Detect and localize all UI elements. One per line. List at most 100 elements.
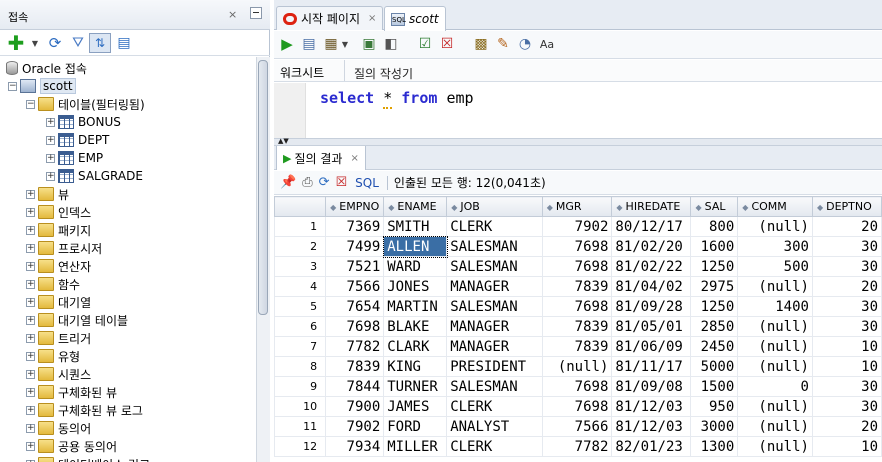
- cell-empno[interactable]: 7839: [325, 356, 385, 377]
- cell-hiredate[interactable]: 81/06/09: [611, 336, 692, 357]
- cell-sal[interactable]: 5000: [690, 356, 739, 377]
- cell-mgr[interactable]: (null): [541, 356, 613, 377]
- cell-mgr[interactable]: 7839: [541, 276, 613, 297]
- tree-folder-6[interactable]: + 대기열: [26, 293, 91, 311]
- schema-browser-icon[interactable]: ⇅: [89, 33, 111, 53]
- sort-icon[interactable]: ◆: [616, 203, 622, 212]
- cell-sal[interactable]: 2850: [690, 316, 739, 337]
- table-row[interactable]: 3 7521 WARD SALESMAN 7698 81/02/22 1250 500 30: [274, 256, 882, 277]
- cell-comm[interactable]: (null): [737, 416, 813, 437]
- tab-close-icon[interactable]: ×: [350, 153, 358, 164]
- cell-sal[interactable]: 1500: [690, 376, 739, 397]
- cell-hiredate[interactable]: 81/12/03: [611, 396, 692, 417]
- cell-job[interactable]: MANAGER: [446, 336, 543, 357]
- cell-job[interactable]: CLERK: [446, 396, 543, 417]
- close-icon[interactable]: ×: [228, 8, 237, 21]
- cell-hiredate[interactable]: 81/12/03: [611, 416, 692, 437]
- table-row[interactable]: 11 7902 FORD ANALYST 7566 81/12/03 3000 (null) 2…: [274, 416, 882, 437]
- commit-icon[interactable]: ▦: [322, 34, 340, 54]
- cell-ename[interactable]: JONES: [383, 276, 448, 297]
- cell-mgr[interactable]: 7698: [541, 376, 613, 397]
- cell-comm[interactable]: (null): [737, 316, 813, 337]
- cell-mgr[interactable]: 7839: [541, 336, 613, 357]
- cell-hiredate[interactable]: 82/01/23: [611, 436, 692, 457]
- cell-mgr[interactable]: 7902: [541, 216, 613, 237]
- cell-comm[interactable]: (null): [737, 276, 813, 297]
- tree-folder-2[interactable]: + 패키지: [26, 221, 91, 239]
- cell-empno[interactable]: 7900: [325, 396, 385, 417]
- cell-ename[interactable]: CLARK: [383, 336, 448, 357]
- tree-root-oracle[interactable]: Oracle 접속: [6, 59, 87, 77]
- cell-hiredate[interactable]: 81/02/20: [611, 236, 692, 257]
- cell-job[interactable]: MANAGER: [446, 316, 543, 337]
- tree-folder-9[interactable]: + 유형: [26, 347, 80, 365]
- expand-icon[interactable]: +: [26, 351, 35, 361]
- sort-icon[interactable]: ◆: [330, 203, 336, 212]
- expand-icon[interactable]: +: [26, 297, 35, 307]
- table-row[interactable]: 9 7844 TURNER SALESMAN 7698 81/09/08 1500 0 30: [274, 376, 882, 397]
- cell-ename[interactable]: WARD: [383, 256, 448, 277]
- cell-mgr[interactable]: 7698: [541, 296, 613, 317]
- tree-folder-12[interactable]: + 구체화된 뷰 로그: [26, 401, 143, 419]
- table-row[interactable]: 12 7934 MILLER CLERK 7782 82/01/23 1300 (null) 1…: [274, 436, 882, 457]
- cell-hiredate[interactable]: 81/02/22: [611, 256, 692, 277]
- tree-folder-4[interactable]: + 연산자: [26, 257, 91, 275]
- cell-empno[interactable]: 7499: [325, 236, 385, 257]
- cell-ename[interactable]: MARTIN: [383, 296, 448, 317]
- table-row[interactable]: 7 7782 CLARK MANAGER 7839 81/06/09 2450 (null) 1…: [274, 336, 882, 357]
- cell-ename[interactable]: MILLER: [383, 436, 448, 457]
- cell-empno[interactable]: 7902: [325, 416, 385, 437]
- cell-deptno[interactable]: 10: [811, 336, 882, 357]
- cell-sal[interactable]: 2450: [690, 336, 739, 357]
- sort-icon[interactable]: ◆: [388, 203, 394, 212]
- cancel-icon[interactable]: ☒: [336, 175, 348, 190]
- sql-tuning-icon[interactable]: ▩: [472, 34, 490, 54]
- expand-icon[interactable]: +: [46, 135, 55, 145]
- column-header-hiredate[interactable]: ◆ HIREDATE: [611, 196, 692, 217]
- column-header-sal[interactable]: ◆ SAL: [690, 196, 739, 217]
- expand-icon[interactable]: +: [26, 189, 35, 199]
- tab-close-icon[interactable]: ×: [368, 13, 376, 24]
- cell-comm[interactable]: 300: [737, 236, 813, 257]
- table-row[interactable]: 5 7654 MARTIN SALESMAN 7698 81/09/28 1250 1400 3…: [274, 296, 882, 317]
- expand-icon[interactable]: +: [26, 279, 35, 289]
- cell-sal[interactable]: 1300: [690, 436, 739, 457]
- expand-icon[interactable]: +: [46, 117, 55, 127]
- run-statement-icon[interactable]: ▶: [278, 34, 296, 54]
- cell-sal[interactable]: 1250: [690, 256, 739, 277]
- sort-icon[interactable]: ◆: [451, 203, 457, 212]
- tree-table-emp[interactable]: + EMP: [46, 149, 103, 167]
- cell-comm[interactable]: 0: [737, 376, 813, 397]
- tree-folder-15[interactable]: +데이터베이스 링크: [26, 455, 150, 462]
- expand-icon[interactable]: +: [26, 261, 35, 271]
- tree-folder-1[interactable]: + 인덱스: [26, 203, 91, 221]
- cell-ename[interactable]: KING: [383, 356, 448, 377]
- dropdown-arrow-icon[interactable]: ▼: [340, 34, 350, 54]
- tree-folder-14[interactable]: + 공용 동의어: [26, 437, 117, 455]
- expand-icon[interactable]: +: [26, 369, 35, 379]
- cell-job[interactable]: SALESMAN: [446, 376, 543, 397]
- cell-empno[interactable]: 7654: [325, 296, 385, 317]
- tree-folder-11[interactable]: + 구체화된 뷰: [26, 383, 117, 401]
- table-row[interactable]: 6 7698 BLAKE MANAGER 7839 81/05/01 2850 (null) 3…: [274, 316, 882, 337]
- cell-job[interactable]: SALESMAN: [446, 296, 543, 317]
- cell-deptno[interactable]: 20: [811, 216, 882, 237]
- cell-job[interactable]: CLERK: [446, 216, 543, 237]
- cell-deptno[interactable]: 30: [811, 316, 882, 337]
- tree-table-dept[interactable]: + DEPT: [46, 131, 109, 149]
- rollback-icon[interactable]: ☒: [438, 34, 456, 54]
- cell-ename[interactable]: JAMES: [383, 396, 448, 417]
- tree-folder-0[interactable]: + 뷰: [26, 185, 69, 203]
- cell-job[interactable]: SALESMAN: [446, 236, 543, 257]
- expand-icon[interactable]: +: [26, 207, 35, 217]
- cell-mgr[interactable]: 7839: [541, 316, 613, 337]
- cell-ename[interactable]: BLAKE: [383, 316, 448, 337]
- tab-start-page[interactable]: 시작 페이지 ×: [276, 6, 384, 30]
- history-icon[interactable]: ◔: [516, 34, 534, 54]
- cell-job[interactable]: ANALYST: [446, 416, 543, 437]
- expand-icon[interactable]: +: [26, 243, 35, 253]
- minimize-icon[interactable]: [250, 7, 262, 19]
- autotrace-icon[interactable]: ◧: [382, 34, 400, 54]
- cell-hiredate[interactable]: 81/11/17: [611, 356, 692, 377]
- cell-empno[interactable]: 7566: [325, 276, 385, 297]
